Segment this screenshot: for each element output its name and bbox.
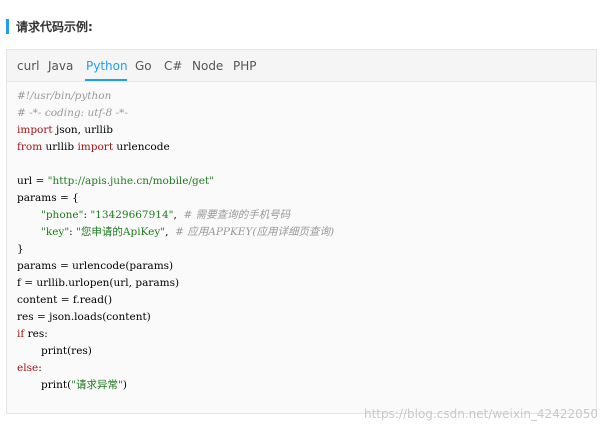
code-line: content = f.read(): [17, 292, 588, 309]
code-line: from urllib import urlencode: [17, 139, 588, 156]
tab-csharp[interactable]: C#: [164, 58, 182, 74]
tab-go[interactable]: Go: [135, 58, 152, 74]
code-example-panel: curl Java Python Go C# Node PHP #!/usr/b…: [6, 49, 597, 414]
code-text: ,: [173, 209, 184, 221]
code-comment: #!/usr/bin/python: [17, 90, 112, 102]
code-line: else:: [17, 360, 588, 377]
code-line: if res:: [17, 326, 588, 343]
code-text: }: [17, 243, 24, 255]
code-keyword: import: [77, 141, 114, 153]
code-line: import json, urllib: [17, 122, 588, 139]
code-comment: # 需要查询的手机号码: [183, 209, 291, 221]
active-tab-indicator: [85, 79, 127, 81]
code-text: f = urllib.urlopen(url, params): [17, 277, 180, 289]
code-text: print(res): [41, 345, 92, 357]
code-text: ): [122, 379, 127, 391]
code-keyword: import: [17, 124, 53, 136]
code-line: "phone": "13429667914", # 需要查询的手机号码: [17, 207, 588, 224]
code-text: res = json.loads(content): [17, 311, 151, 323]
code-comment: # -*- coding: utf-8 -*-: [17, 107, 128, 119]
code-text: ,: [165, 226, 176, 238]
code-line: print(res): [17, 343, 588, 360]
code-string: "13429667914": [90, 209, 174, 221]
code-line: # -*- coding: utf-8 -*-: [17, 105, 588, 122]
section-accent-bar: [6, 18, 9, 34]
code-string: "http://apis.juhe.cn/mobile/get": [47, 175, 215, 187]
code-line: "key": "您申请的ApiKey", # 应用APPKEY(应用详细页查询): [17, 224, 588, 241]
code-line: }: [17, 241, 588, 258]
code-keyword: else: [17, 362, 39, 374]
code-comment: # 应用APPKEY(应用详细页查询): [175, 226, 335, 238]
tab-node[interactable]: Node: [192, 58, 223, 74]
code-keyword: from: [17, 141, 43, 153]
code-text: params = urlencode(params): [17, 260, 174, 272]
code-text: :: [38, 362, 42, 374]
tab-python[interactable]: Python: [86, 58, 128, 74]
code-block: #!/usr/bin/python # -*- coding: utf-8 -*…: [17, 88, 588, 413]
language-tab-bar: curl Java Python Go C# Node PHP: [7, 50, 596, 82]
code-text: content = f.read(): [17, 294, 113, 306]
code-text: json, urllib: [52, 124, 113, 136]
code-line: f = urllib.urlopen(url, params): [17, 275, 588, 292]
code-text: print(: [41, 379, 72, 391]
code-text: url =: [17, 175, 48, 187]
code-text: res:: [24, 328, 48, 340]
code-line: res = json.loads(content): [17, 309, 588, 326]
code-text: params = {: [17, 192, 79, 204]
code-string: "请求异常": [71, 379, 123, 391]
code-line: params = {: [17, 190, 588, 207]
section-header: 请求代码示例:: [6, 18, 93, 34]
section-title: 请求代码示例:: [16, 19, 93, 34]
code-line: print("请求异常"): [17, 377, 588, 394]
code-string: "key": [41, 226, 70, 238]
tab-java[interactable]: Java: [48, 58, 73, 74]
code-line: url = "http://apis.juhe.cn/mobile/get": [17, 173, 588, 190]
code-string: "您申请的ApiKey": [76, 226, 166, 238]
tab-php[interactable]: PHP: [233, 58, 257, 74]
code-text: urllib: [42, 141, 78, 153]
code-string: "phone": [41, 209, 84, 221]
code-text: urlencode: [113, 141, 170, 153]
code-line: params = urlencode(params): [17, 258, 588, 275]
watermark: https://blog.csdn.net/weixin_42422050: [363, 407, 598, 421]
tab-curl[interactable]: curl: [17, 58, 39, 74]
code-line: #!/usr/bin/python: [17, 88, 588, 105]
